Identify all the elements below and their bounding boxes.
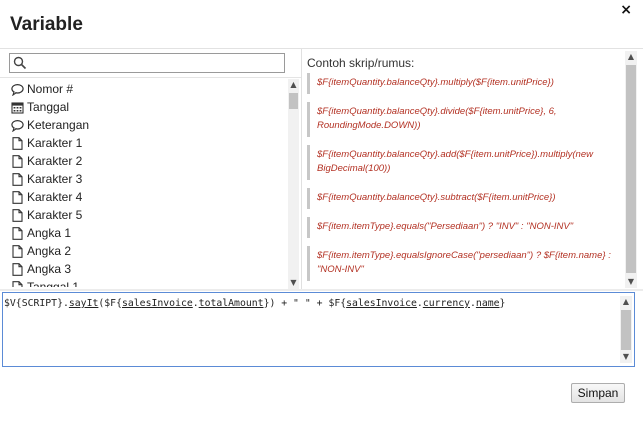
- field-item-label: Tanggal 1: [27, 280, 80, 287]
- variable-dialog: Variable × Nomor # Tanggal Keterangan Karak…: [0, 0, 643, 422]
- field-item[interactable]: Angka 1: [0, 224, 287, 242]
- example-snippet[interactable]: $F{item.itemType}.equals("Persediaan") ?…: [307, 217, 623, 238]
- examples-heading: Contoh skrip/rumus:: [307, 56, 415, 70]
- example-snippet[interactable]: $F{itemQuantity.balanceQty}.divide($F{it…: [307, 102, 623, 137]
- field-panel: Nomor # Tanggal Keterangan Karakter 1 Karakt…: [0, 49, 301, 289]
- example-snippet[interactable]: $F{itemQuantity.balanceQty}.add($F{item.…: [307, 145, 623, 180]
- search-icon: [13, 56, 27, 70]
- script-token: currency: [422, 298, 471, 309]
- field-list: Nomor # Tanggal Keterangan Karakter 1 Karakt…: [0, 80, 287, 287]
- field-list-scrollbar[interactable]: ▲ ▼: [288, 79, 299, 289]
- comment-icon: [11, 119, 27, 132]
- field-item-label: Karakter 3: [27, 172, 83, 186]
- comment-icon: [11, 83, 27, 96]
- editor-scrollbar[interactable]: ▲ ▼: [620, 296, 632, 363]
- field-item-label: Keterangan: [27, 118, 90, 132]
- example-snippet[interactable]: $F{itemQuantity.balanceQty}.multiply($F{…: [307, 73, 623, 94]
- field-item-label: Karakter 1: [27, 136, 83, 150]
- field-item-label: Karakter 5: [27, 208, 83, 222]
- scroll-up-arrow-icon[interactable]: ▲: [625, 51, 637, 63]
- file-icon: [11, 190, 27, 204]
- list-divider: [0, 77, 301, 78]
- field-item[interactable]: Karakter 1: [0, 134, 287, 152]
- close-icon[interactable]: ×: [620, 3, 632, 17]
- scroll-down-arrow-icon[interactable]: ▼: [625, 276, 637, 288]
- script-token: $V{SCRIPT}.: [4, 298, 69, 309]
- search-input[interactable]: [28, 55, 280, 71]
- calendar-icon: [11, 101, 27, 114]
- field-item[interactable]: Nomor #: [0, 80, 287, 98]
- script-token: salesInvoice: [346, 298, 417, 309]
- scroll-up-arrow-icon[interactable]: ▲: [288, 79, 299, 91]
- examples-list: $F{itemQuantity.balanceQty}.multiply($F{…: [307, 73, 623, 287]
- field-item-label: Nomor #: [27, 82, 74, 96]
- field-item-label: Angka 2: [27, 244, 72, 258]
- field-item-label: Angka 3: [27, 262, 72, 276]
- field-item[interactable]: Karakter 3: [0, 170, 287, 188]
- scroll-up-arrow-icon[interactable]: ▲: [620, 296, 632, 308]
- script-editor[interactable]: $V{SCRIPT}.sayIt($F{salesInvoice.totalAm…: [2, 292, 635, 367]
- script-token: ($F{: [98, 298, 122, 309]
- dialog-title: Variable: [10, 14, 83, 35]
- example-snippet[interactable]: $F{itemQuantity.balanceQty}.subtract($F{…: [307, 188, 623, 209]
- file-icon: [11, 226, 27, 240]
- file-icon: [11, 136, 27, 150]
- search-box[interactable]: [9, 53, 285, 73]
- field-item[interactable]: Karakter 2: [0, 152, 287, 170]
- examples-panel: Contoh skrip/rumus: $F{itemQuantity.bala…: [302, 49, 643, 289]
- examples-scrollbar[interactable]: ▲ ▼: [625, 51, 637, 288]
- script-token: name: [475, 298, 500, 309]
- script-token: salesInvoice: [121, 298, 193, 309]
- file-icon: [11, 208, 27, 222]
- file-icon: [11, 262, 27, 276]
- field-item[interactable]: Karakter 5: [0, 206, 287, 224]
- scrollbar-thumb[interactable]: [626, 65, 636, 273]
- script-token: }) + " " + $F{: [263, 298, 347, 309]
- editor-divider[interactable]: [0, 289, 643, 291]
- scrollbar-thumb[interactable]: [289, 93, 298, 109]
- field-item[interactable]: Angka 2: [0, 242, 287, 260]
- file-icon: [11, 280, 27, 287]
- scroll-down-arrow-icon[interactable]: ▼: [288, 277, 299, 289]
- script-token: }: [499, 298, 506, 309]
- field-item[interactable]: Karakter 4: [0, 188, 287, 206]
- file-icon: [11, 244, 27, 258]
- script-token: sayIt: [68, 298, 99, 309]
- field-item[interactable]: Keterangan: [0, 116, 287, 134]
- example-snippet[interactable]: $F{item.itemType}.equalsIgnoreCase("pers…: [307, 246, 623, 281]
- field-item-label: Karakter 2: [27, 154, 83, 168]
- script-token: totalAmount: [198, 298, 264, 309]
- scroll-down-arrow-icon[interactable]: ▼: [620, 351, 632, 363]
- script-code[interactable]: $V{SCRIPT}.sayIt($F{salesInvoice.totalAm…: [4, 298, 505, 309]
- field-item-label: Karakter 4: [27, 190, 83, 204]
- field-item[interactable]: Tanggal 1: [0, 278, 287, 287]
- field-item[interactable]: Angka 3: [0, 260, 287, 278]
- save-button[interactable]: Simpan: [571, 383, 625, 403]
- file-icon: [11, 154, 27, 168]
- field-item-label: Tanggal: [27, 100, 70, 114]
- field-item-label: Angka 1: [27, 226, 72, 240]
- scrollbar-thumb[interactable]: [621, 310, 631, 350]
- field-item[interactable]: Tanggal: [0, 98, 287, 116]
- file-icon: [11, 172, 27, 186]
